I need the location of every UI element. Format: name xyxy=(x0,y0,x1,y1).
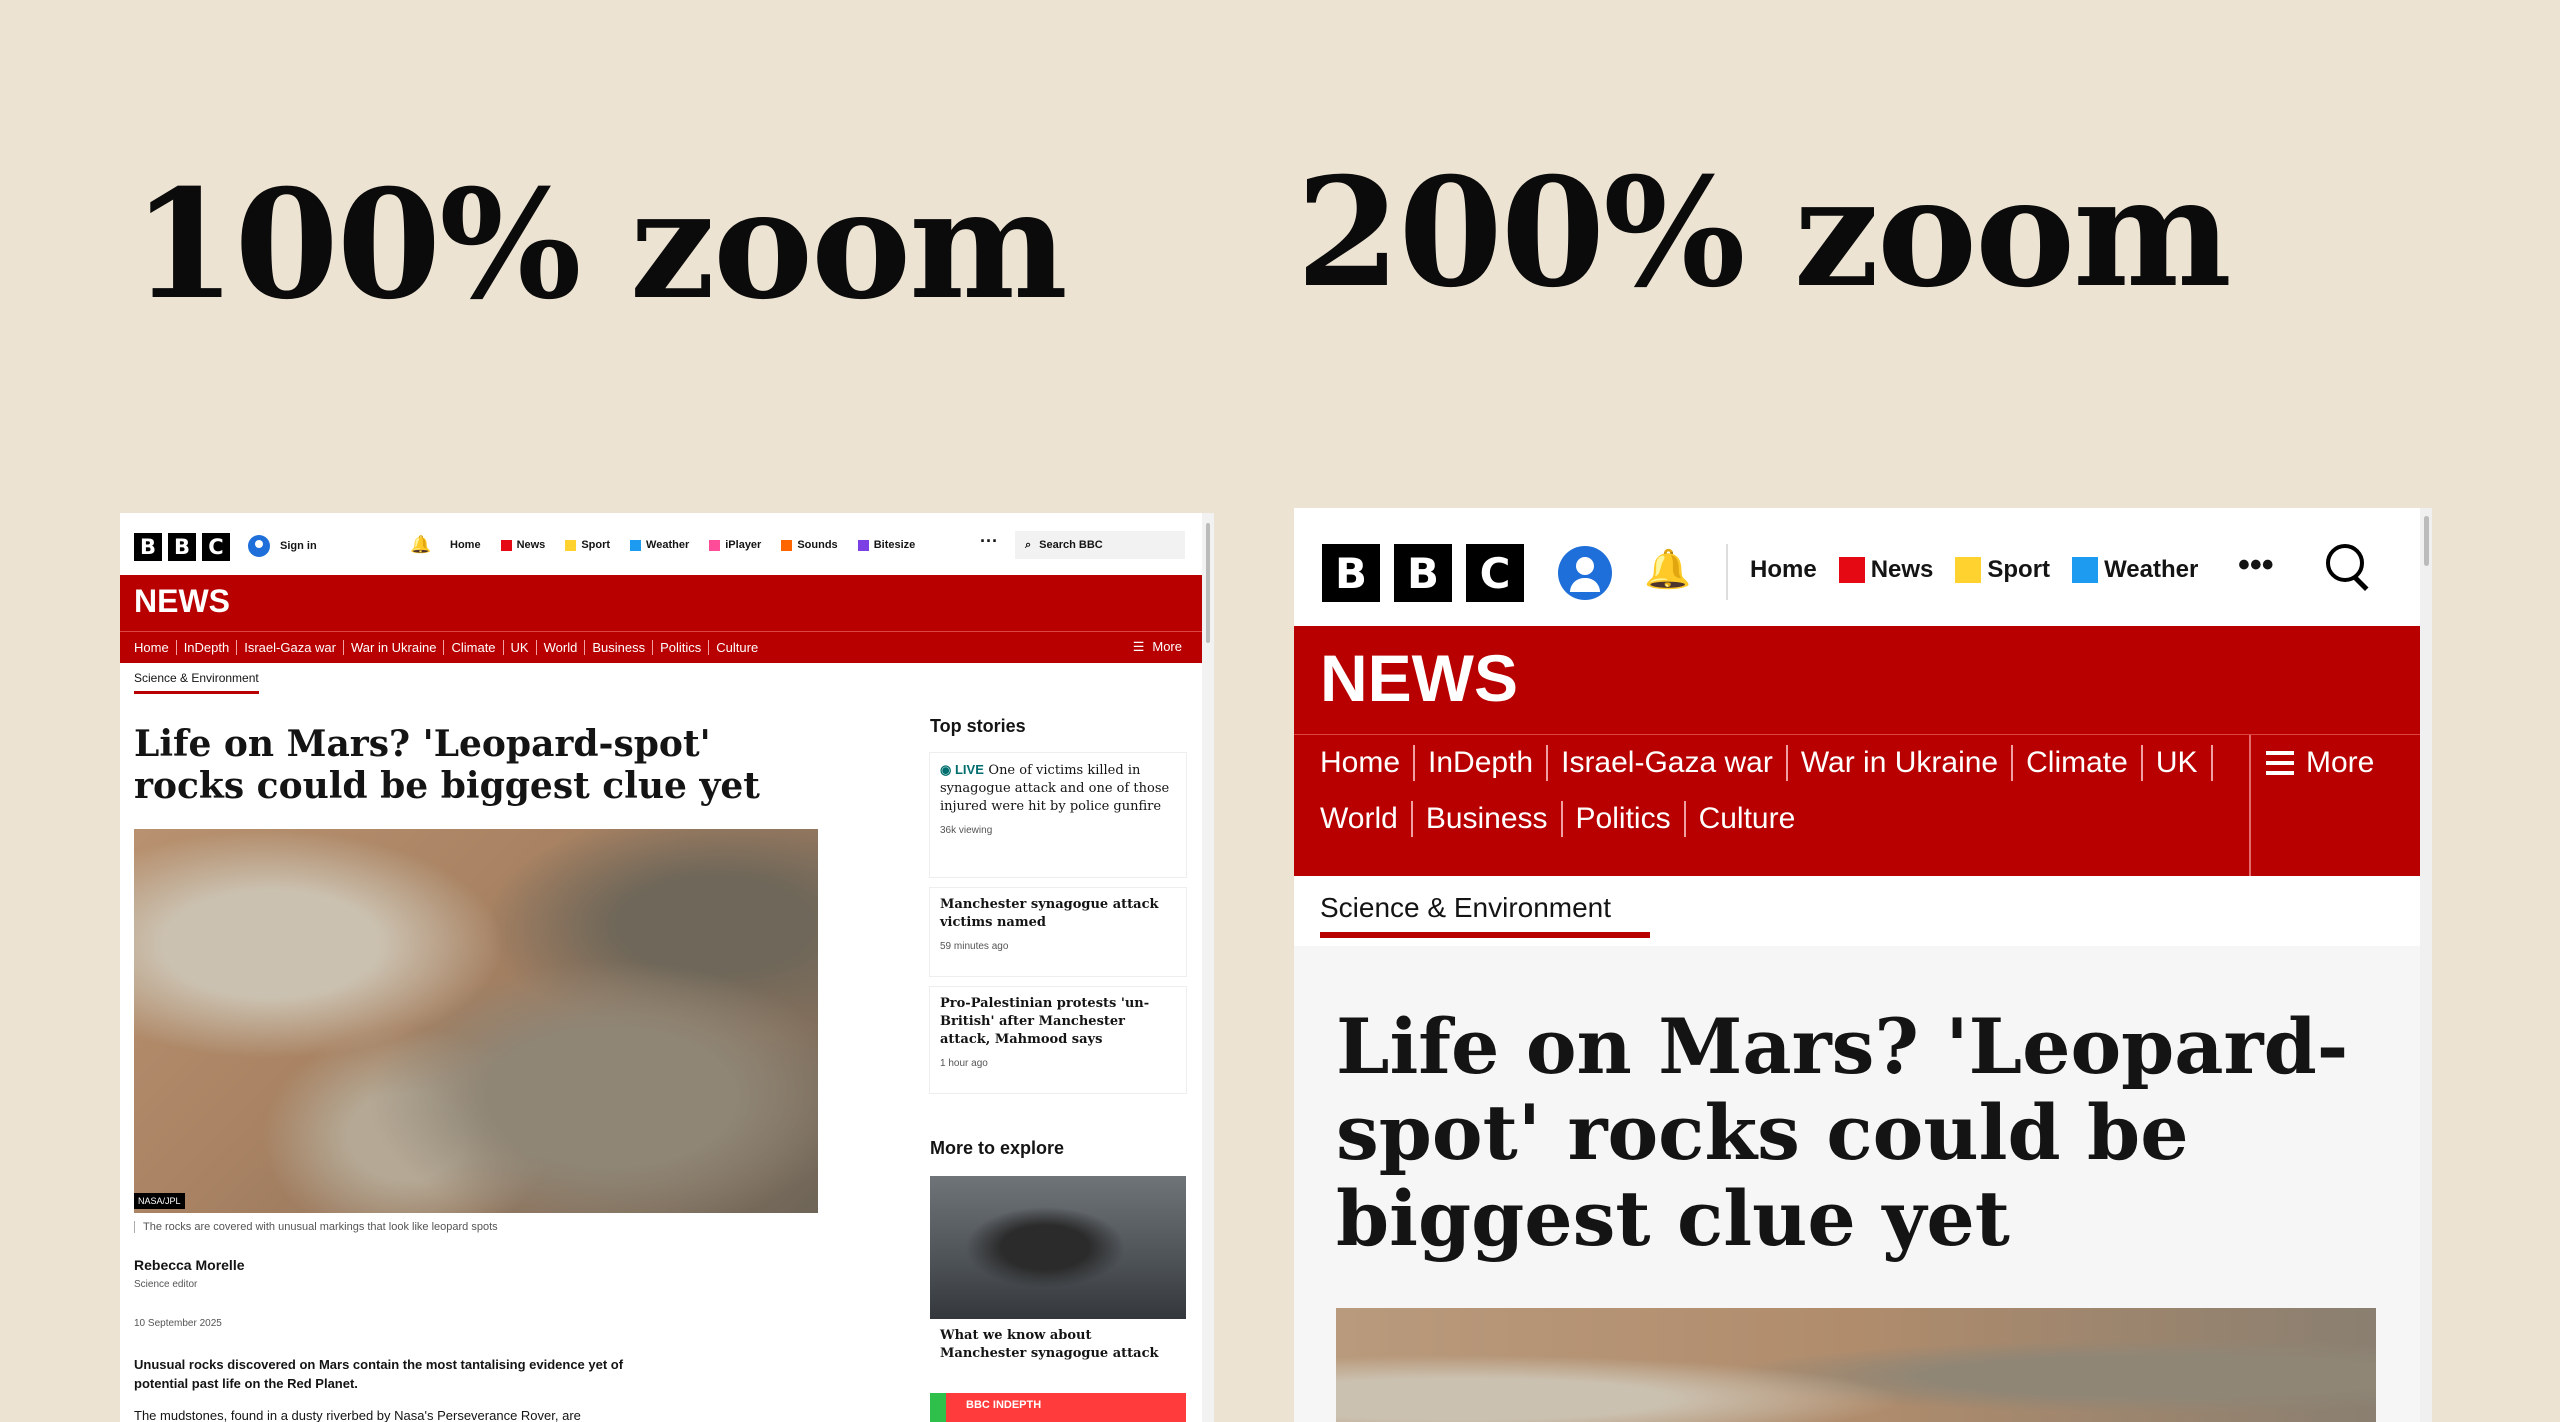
nav-sport[interactable]: Sport xyxy=(565,539,610,551)
news-icon xyxy=(1838,557,1865,583)
menu-item-business[interactable]: Business xyxy=(584,640,652,655)
iplayer-icon xyxy=(709,539,721,551)
menu-item-politics[interactable]: Politics xyxy=(1560,801,1684,837)
notification-bell-icon[interactable]: 🔔 xyxy=(1644,548,1691,592)
section-bar: Science & Environment xyxy=(1294,876,2420,946)
scrollbar[interactable] xyxy=(1202,513,1214,1422)
section-link[interactable]: Science & Environment xyxy=(1320,892,1650,938)
article-image xyxy=(1336,1308,2376,1422)
menu-item-climate[interactable]: Climate xyxy=(443,640,502,655)
menu-separator xyxy=(2249,735,2251,877)
menu-item-world[interactable]: World xyxy=(535,640,585,655)
news-banner[interactable]: NEWS xyxy=(1294,626,2420,734)
top-nav: Home News Sport Weather xyxy=(1750,556,2198,584)
more-menu-icon[interactable]: ••• xyxy=(2238,546,2274,585)
news-menu: Home InDepth Israel-Gaza war War in Ukra… xyxy=(1294,734,2420,877)
hamburger-icon: ☰ xyxy=(1132,639,1145,654)
indepth-card[interactable]: BBC INDEPTH xyxy=(930,1393,1186,1422)
top-story-card[interactable]: Manchester synagogue attack victims name… xyxy=(930,888,1186,976)
weather-icon xyxy=(2072,557,2099,583)
menu-item-culture[interactable]: Culture xyxy=(708,640,765,655)
search-box[interactable]: ⌕ Search BBC xyxy=(1015,531,1185,559)
nav-sounds[interactable]: Sounds xyxy=(781,539,838,551)
news-banner[interactable]: NEWS xyxy=(120,575,1202,631)
menu-item-ukraine[interactable]: War in Ukraine xyxy=(342,640,443,655)
nav-home[interactable]: Home xyxy=(1750,556,1817,584)
news-icon xyxy=(500,539,512,551)
sport-icon xyxy=(565,539,577,551)
top-story-card[interactable]: Pro-Palestinian protests 'un-British' af… xyxy=(930,987,1186,1093)
nav-news[interactable]: News xyxy=(1838,556,1933,584)
nav-news[interactable]: News xyxy=(500,539,545,551)
notification-bell-icon[interactable]: 🔔 xyxy=(410,535,431,555)
top-nav: Home News Sport Weather iPlayer Sounds B… xyxy=(450,539,915,551)
search-icon[interactable] xyxy=(2324,542,2374,592)
article-date: 10 September 2025 xyxy=(134,1318,222,1329)
nav-weather[interactable]: Weather xyxy=(630,539,689,551)
menu-item-home[interactable]: Home xyxy=(1320,745,1413,781)
menu-item-israel-gaza[interactable]: Israel-Gaza war xyxy=(1546,745,1786,781)
menu-item-uk[interactable]: UK xyxy=(502,640,536,655)
menu-more-button[interactable]: ☰ More xyxy=(1133,639,1182,655)
weather-icon xyxy=(630,539,642,551)
more-to-explore-heading: More to explore xyxy=(930,1138,1065,1158)
author-role: Science editor xyxy=(134,1279,198,1290)
nav-sport[interactable]: Sport xyxy=(1955,556,2050,584)
explore-caption[interactable]: What we know about Manchester synagogue … xyxy=(930,1319,1186,1371)
article-title: Life on Mars? 'Leopard-spot' rocks could… xyxy=(134,723,760,807)
screenshot-100-zoom: B B C Sign in 🔔 Home News Sport Weather … xyxy=(120,513,1214,1422)
menu-item-ukraine[interactable]: War in Ukraine xyxy=(1785,745,2011,781)
image-credit: NASA/JPL xyxy=(134,1193,185,1209)
more-menu-icon[interactable]: ··· xyxy=(980,531,998,552)
top-stories-heading: Top stories xyxy=(930,716,1026,736)
menu-item-culture[interactable]: Culture xyxy=(1683,801,1809,837)
article-body: The mudstones, found in a dusty riverbed… xyxy=(134,1408,581,1422)
user-icon xyxy=(248,535,270,557)
news-menu: Home InDepth Israel-Gaza war War in Ukra… xyxy=(120,631,1202,663)
sport-icon xyxy=(1955,557,1982,583)
heading-200-zoom: 200% zoom xyxy=(1296,145,2232,321)
bbc-logo[interactable]: B B C xyxy=(134,533,230,561)
section-link[interactable]: Science & Environment xyxy=(134,671,259,694)
menu-item-politics[interactable]: Politics xyxy=(652,640,708,655)
screenshot-200-zoom: B B C 🔔 Home News Sport Weather ••• NEWS… xyxy=(1294,508,2432,1422)
menu-item-indepth[interactable]: InDepth xyxy=(175,640,237,655)
bitesize-icon xyxy=(857,539,869,551)
bbc-top-bar: B B C Sign in 🔔 Home News Sport Weather … xyxy=(120,513,1202,575)
article-image xyxy=(134,829,818,1213)
live-badge: ◉ LIVE xyxy=(940,762,984,777)
image-caption: The rocks are covered with unusual marki… xyxy=(134,1221,498,1233)
nav-iplayer[interactable]: iPlayer xyxy=(709,539,761,551)
article-lead: Unusual rocks discovered on Mars contain… xyxy=(134,1357,624,1391)
divider xyxy=(1726,544,1728,600)
heading-100-zoom: 100% zoom xyxy=(132,157,1068,333)
top-story-card[interactable]: ◉ LIVE One of victims killed in synagogu… xyxy=(930,753,1186,877)
sign-in-button[interactable]: Sign in xyxy=(248,535,317,557)
author-name: Rebecca Morelle xyxy=(134,1257,245,1273)
sounds-icon xyxy=(781,539,793,551)
menu-item-indepth[interactable]: InDepth xyxy=(1413,745,1546,781)
menu-item-home[interactable]: Home xyxy=(134,640,176,655)
menu-item-business[interactable]: Business xyxy=(1410,801,1561,837)
bbc-logo[interactable]: B B C xyxy=(1322,544,1524,602)
user-icon[interactable] xyxy=(1558,546,1612,600)
search-icon: ⌕ xyxy=(1025,538,1032,551)
menu-item-uk[interactable]: UK xyxy=(2140,745,2213,781)
nav-bitesize[interactable]: Bitesize xyxy=(857,539,915,551)
menu-item-world[interactable]: World xyxy=(1320,801,1411,837)
nav-weather[interactable]: Weather xyxy=(2072,556,2198,584)
menu-item-climate[interactable]: Climate xyxy=(2011,745,2141,781)
menu-more-button[interactable]: More xyxy=(2266,745,2374,781)
menu-item-israel-gaza[interactable]: Israel-Gaza war xyxy=(236,640,343,655)
scrollbar[interactable] xyxy=(2420,508,2432,1422)
nav-home[interactable]: Home xyxy=(450,539,481,551)
explore-image[interactable] xyxy=(930,1176,1186,1319)
article-title: Life on Mars? 'Leopard-spot' rocks could… xyxy=(1336,1002,2349,1263)
bbc-top-bar: B B C 🔔 Home News Sport Weather ••• xyxy=(1294,508,2420,626)
hamburger-icon xyxy=(2266,751,2294,775)
